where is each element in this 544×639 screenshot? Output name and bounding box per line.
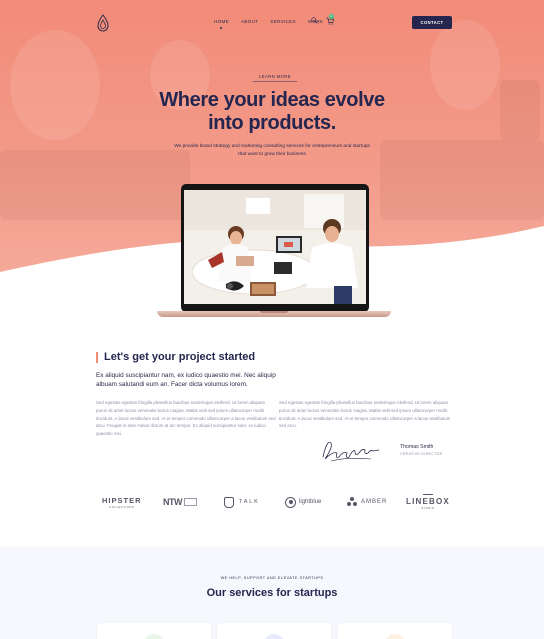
talk-badge-icon <box>224 496 234 508</box>
services-kicker: WE HELP, SUPPORT AND ELEVATE STARTUPS <box>220 576 324 580</box>
service-card[interactable] <box>338 623 452 639</box>
project-title: Let's get your project started <box>96 351 255 363</box>
hero-subtitle-line1: We provide brand strategy and marketing … <box>174 144 370 149</box>
signer-role: CREATIVE DIRECTOR <box>400 452 443 456</box>
logo-talk[interactable]: TALK <box>224 489 260 515</box>
service-icon <box>263 634 285 639</box>
logo-linebox[interactable]: LINEBOX STUDIO <box>406 489 450 515</box>
hero-title-line1: Where your ideas evolve <box>159 89 385 111</box>
cart-count-badge: 0 <box>329 14 334 19</box>
nav-links: HOME ABOUT SERVICES WORK <box>214 19 323 24</box>
hero-subtitle: We provide brand strategy and marketing … <box>160 143 384 159</box>
laptop-photo <box>184 190 366 304</box>
logo-amber-text: AMBER <box>361 499 388 505</box>
learn-more-link[interactable]: LEARN MORE <box>253 72 297 82</box>
logo-hipster-text: HIPSTER <box>102 495 142 505</box>
logo-linebox-subtext: STUDIO <box>421 507 435 510</box>
logo-hipster[interactable]: HIPSTER COLLECTIONS <box>102 489 142 515</box>
laptop-notch <box>260 311 288 313</box>
amber-dots-icon <box>347 497 357 507</box>
service-icon <box>143 634 165 639</box>
laptop-mockup <box>157 184 391 320</box>
service-card[interactable] <box>217 623 331 639</box>
services-section: WE HELP, SUPPORT AND ELEVATE STARTUPS Ou… <box>0 547 544 639</box>
logo-ntw-text: NTW <box>163 497 183 507</box>
signature-image <box>322 441 380 462</box>
top-navigation: HOME ABOUT SERVICES WORK 0 CONTACT <box>0 0 544 46</box>
logo-lightblue-text: lightblue <box>299 499 322 505</box>
logo-ntw-box <box>184 498 197 506</box>
logo-linebox-text: LINEBOX <box>406 497 450 506</box>
logo-talk-text: TALK <box>239 499 260 505</box>
project-body-column-2: Sed egestas egestas fringilla phasellus … <box>279 400 451 429</box>
client-logos: HIPSTER COLLECTIONS NTW TALK lightblue A… <box>96 489 454 515</box>
drop-logo-icon[interactable] <box>96 14 110 32</box>
contact-button[interactable]: CONTACT <box>412 16 452 29</box>
hero-title: Where your ideas evolve into products. <box>130 89 414 135</box>
service-card[interactable] <box>97 623 211 639</box>
project-body-column-1: Sed egestas egestas fringilla phasellus … <box>96 400 276 437</box>
logo-lightblue[interactable]: lightblue <box>285 489 321 515</box>
search-icon[interactable] <box>311 17 318 24</box>
signer-name: Thomas Smith <box>400 444 434 450</box>
logo-ntw[interactable]: NTW <box>163 489 197 515</box>
services-title: Our services for startups <box>206 587 338 599</box>
nav-about[interactable]: ABOUT <box>241 19 258 24</box>
hero-subtitle-line2: that want to grow their business <box>238 152 306 157</box>
service-icon <box>384 634 406 639</box>
hero-title-line2: into products. <box>208 112 336 134</box>
nav-home[interactable]: HOME <box>214 19 229 24</box>
project-lead-text: Ex aliquid suscipiantur nam, ex iudico q… <box>96 372 276 388</box>
logo-amber[interactable]: AMBER <box>347 489 387 515</box>
nav-services[interactable]: SERVICES <box>270 19 296 24</box>
logo-hipster-subtext: COLLECTIONS <box>109 505 135 509</box>
lightblue-ring-icon <box>285 496 296 508</box>
